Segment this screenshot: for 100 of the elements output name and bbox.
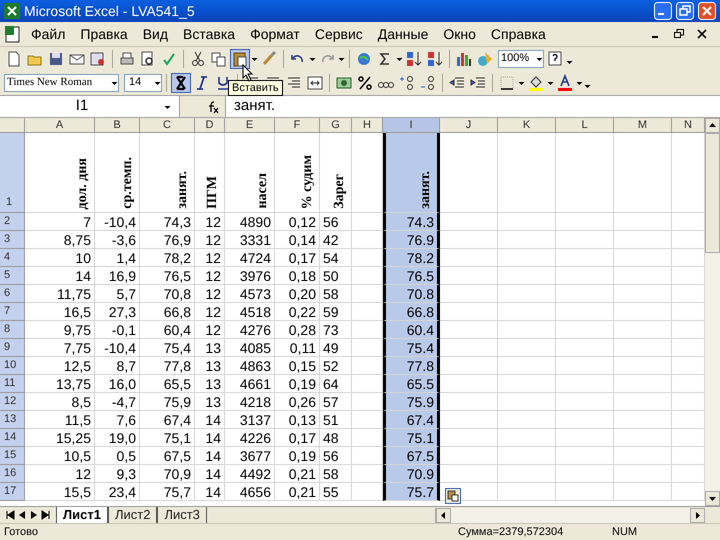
table-cell: -3,6 — [95, 231, 140, 249]
row-header[interactable]: 3 — [0, 231, 25, 249]
scroll-right-icon[interactable] — [690, 508, 705, 522]
table-cell: 70,9 — [140, 465, 195, 483]
table-cell: 4518 — [225, 303, 275, 321]
table-cell: 16,9 — [95, 267, 140, 285]
row-header[interactable]: 2 — [0, 213, 25, 231]
formula-field[interactable]: занят. — [226, 95, 276, 118]
table-cell: 59 — [320, 303, 352, 321]
table-cell: 4573 — [225, 285, 275, 303]
table-cell: 75,9 — [140, 393, 195, 411]
table-cell: 64 — [320, 375, 352, 393]
column-header[interactable]: C — [140, 118, 195, 133]
paste-options-icon[interactable] — [445, 488, 461, 504]
last-sheet-icon[interactable] — [40, 508, 52, 522]
table-cell: 9,75 — [25, 321, 95, 339]
row-header[interactable]: 13 — [0, 411, 25, 429]
sheet-tab[interactable]: Лист3 — [157, 506, 207, 524]
table-cell: 73 — [320, 321, 352, 339]
table-cell: 57 — [320, 393, 352, 411]
table-cell: 76,9 — [140, 231, 195, 249]
table-cell: 50 — [320, 267, 352, 285]
table-cell: 55 — [320, 483, 352, 501]
table-cell: 19,0 — [95, 429, 140, 447]
scroll-down-icon[interactable] — [705, 491, 720, 506]
num-lock-indicator: NUM — [612, 525, 638, 540]
table-cell: -4,7 — [95, 393, 140, 411]
menu-item[interactable]: Файл — [25, 24, 72, 44]
table-cell: 65,5 — [140, 375, 195, 393]
row-header[interactable]: 16 — [0, 465, 25, 483]
table-cell: 9,3 — [95, 465, 140, 483]
select-all-corner[interactable] — [0, 118, 25, 133]
menu-item[interactable]: Сервис — [308, 24, 369, 44]
window-title: Microsoft Excel - LVA541_5 — [24, 2, 196, 21]
row-header[interactable]: 10 — [0, 357, 25, 375]
column-header[interactable]: N — [672, 118, 705, 133]
menu-item[interactable]: Вставка — [177, 24, 242, 44]
close-button[interactable] — [698, 2, 716, 20]
status-text: Готово — [3, 525, 39, 540]
menu-item[interactable]: Данные — [372, 24, 434, 44]
table-cell: 12 — [25, 465, 95, 483]
row-header[interactable]: 6 — [0, 285, 25, 303]
row-header[interactable]: 17 — [0, 483, 25, 501]
restore-button[interactable] — [676, 2, 694, 20]
row-header[interactable]: 4 — [0, 249, 25, 267]
close-icon[interactable] — [696, 28, 708, 40]
scroll-up-icon[interactable] — [705, 118, 720, 133]
restore-icon[interactable] — [673, 28, 685, 40]
vertical-scrollbar[interactable] — [705, 118, 720, 506]
table-cell: насел — [225, 133, 275, 213]
table-cell: 16,0 — [95, 375, 140, 393]
table-cell: 0,28 — [275, 321, 320, 339]
row-header[interactable]: 11 — [0, 375, 25, 393]
table-cell: -10,4 — [95, 213, 140, 231]
table-cell: 10,5 — [25, 447, 95, 465]
sheet-tab[interactable]: Лист1 — [56, 506, 108, 524]
font-color-icon[interactable] — [555, 72, 575, 92]
row-header[interactable]: 14 — [0, 429, 25, 447]
column-header[interactable]: D — [195, 118, 225, 133]
column-header[interactable]: F — [275, 118, 320, 133]
column-header[interactable]: L — [556, 118, 614, 133]
row-header[interactable]: 12 — [0, 393, 25, 411]
column-header[interactable]: A — [25, 118, 95, 133]
clipboard-icon[interactable] — [230, 48, 250, 68]
table-cell: 11,75 — [25, 285, 95, 303]
row-header[interactable]: 1 — [0, 133, 25, 213]
menu-item[interactable]: Правка — [74, 24, 134, 44]
scroll-left-icon[interactable] — [436, 508, 451, 522]
menu-item[interactable]: Справка — [484, 24, 552, 44]
column-header[interactable]: B — [95, 118, 140, 133]
function-icon[interactable] — [206, 100, 220, 114]
row-header[interactable]: 5 — [0, 267, 25, 285]
horizontal-scrollbar[interactable] — [435, 508, 705, 522]
menu-item[interactable]: Окно — [437, 24, 482, 44]
column-header[interactable]: K — [498, 118, 556, 133]
table-cell: 13 — [195, 339, 225, 357]
row-header[interactable]: 8 — [0, 321, 25, 339]
table-cell: 75.4 — [383, 339, 440, 357]
row-header[interactable]: 7 — [0, 303, 25, 321]
row-header[interactable]: 15 — [0, 447, 25, 465]
zoom-field[interactable]: 100% — [498, 50, 544, 68]
first-sheet-icon[interactable] — [4, 508, 16, 522]
column-header[interactable]: M — [614, 118, 672, 133]
column-header[interactable]: E — [225, 118, 275, 133]
column-header[interactable]: J — [440, 118, 498, 133]
scroll-thumb[interactable] — [705, 133, 720, 253]
table-cell: 52 — [320, 357, 352, 375]
row-header[interactable]: 9 — [0, 339, 25, 357]
table-cell: -0,1 — [95, 321, 140, 339]
font-field[interactable]: Times New Roman — [4, 74, 119, 92]
font-size-field[interactable]: 14 — [124, 74, 162, 92]
menu-item[interactable]: Формат — [244, 24, 306, 44]
column-header[interactable]: H — [352, 118, 383, 133]
column-header[interactable]: G — [320, 118, 352, 133]
table-cell: 48 — [320, 429, 352, 447]
minimize-button[interactable] — [654, 2, 672, 20]
column-header[interactable]: I — [383, 118, 440, 133]
sheet-tab[interactable]: Лист2 — [108, 506, 158, 524]
table-cell: 4085 — [225, 339, 275, 357]
menu-item[interactable]: Вид — [136, 24, 174, 44]
